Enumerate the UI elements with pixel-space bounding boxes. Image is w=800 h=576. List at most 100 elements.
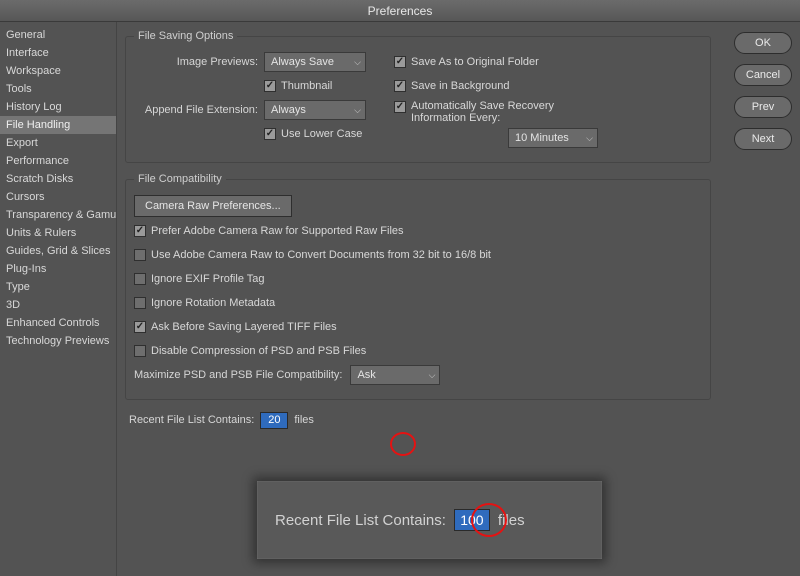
prefer-acr-checkbox[interactable]: Prefer Adobe Camera Raw for Supported Ra… — [134, 225, 404, 237]
sidebar-item-label: Workspace — [6, 65, 61, 77]
sidebar-item-workspace[interactable]: Workspace — [0, 62, 116, 80]
sidebar-item-label: General — [6, 29, 45, 41]
sidebar-item-label: Scratch Disks — [6, 173, 73, 185]
main-panel: File Saving Options Image Previews: Alwa… — [117, 22, 730, 576]
ignore-rotation-checkbox[interactable]: Ignore Rotation Metadata — [134, 297, 275, 309]
file-compat-legend: File Compatibility — [134, 173, 226, 185]
checkbox-label: Disable Compression of PSD and PSB Files — [151, 345, 366, 357]
checkbox-label: Use Lower Case — [281, 128, 362, 140]
use-acr-convert-checkbox[interactable]: Use Adobe Camera Raw to Convert Document… — [134, 249, 491, 261]
sidebar-item-label: Plug-Ins — [6, 263, 46, 275]
sidebar-item-label: Interface — [6, 47, 49, 59]
sidebar-item-label: File Handling — [6, 119, 70, 131]
image-previews-label: Image Previews: — [134, 56, 264, 68]
ignore-exif-checkbox[interactable]: Ignore EXIF Profile Tag — [134, 273, 265, 285]
sidebar-item-label: Performance — [6, 155, 69, 167]
checkbox-icon — [134, 225, 146, 237]
dialog-buttons: OK Cancel Prev Next — [730, 22, 800, 576]
file-saving-options-group: File Saving Options Image Previews: Alwa… — [125, 30, 711, 163]
append-ext-label: Append File Extension: — [134, 104, 264, 116]
sidebar-item-label: Guides, Grid & Slices — [6, 245, 111, 257]
checkbox-icon — [134, 321, 146, 333]
checkbox-icon — [264, 128, 276, 140]
sidebar-item-units-rulers[interactable]: Units & Rulers — [0, 224, 116, 242]
sidebar-item-transparency-gamut[interactable]: Transparency & Gamut — [0, 206, 116, 224]
checkbox-label: Prefer Adobe Camera Raw for Supported Ra… — [151, 225, 404, 237]
next-button[interactable]: Next — [734, 128, 792, 150]
sidebar-item-label: 3D — [6, 299, 20, 311]
sidebar-item-label: Type — [6, 281, 30, 293]
checkbox-icon — [264, 80, 276, 92]
chevron-down-icon: ⌵ — [586, 133, 593, 144]
image-previews-select[interactable]: Always Save ⌵ — [264, 52, 366, 72]
recent-file-suffix: files — [294, 414, 314, 426]
thumbnail-checkbox[interactable]: Thumbnail — [264, 80, 332, 92]
sidebar-item-label: Units & Rulers — [6, 227, 76, 239]
checkbox-icon — [394, 56, 406, 68]
save-in-background-checkbox[interactable]: Save in Background — [394, 80, 509, 92]
chevron-down-icon: ⌵ — [354, 57, 361, 68]
sidebar-item-technology-previews[interactable]: Technology Previews — [0, 332, 116, 350]
sidebar-item-label: Enhanced Controls — [6, 317, 100, 329]
window-title: Preferences — [0, 0, 800, 22]
auto-recovery-interval-select[interactable]: 10 Minutes ⌵ — [508, 128, 598, 148]
sidebar-item-label: Technology Previews — [6, 335, 109, 347]
file-compatibility-group: File Compatibility Camera Raw Preference… — [125, 173, 711, 400]
disable-psd-compression-checkbox[interactable]: Disable Compression of PSD and PSB Files — [134, 345, 366, 357]
select-value: Always — [271, 104, 306, 116]
sidebar-item-general[interactable]: General — [0, 26, 116, 44]
camera-raw-preferences-button[interactable]: Camera Raw Preferences... — [134, 195, 292, 217]
checkbox-icon — [134, 345, 146, 357]
checkbox-label: Save in Background — [411, 80, 509, 92]
sidebar: General Interface Workspace Tools Histor… — [0, 22, 117, 576]
sidebar-item-label: Tools — [6, 83, 32, 95]
sidebar-item-history-log[interactable]: History Log — [0, 98, 116, 116]
prev-button[interactable]: Prev — [734, 96, 792, 118]
sidebar-item-cursors[interactable]: Cursors — [0, 188, 116, 206]
checkbox-label: Automatically Save Recovery Information … — [411, 100, 591, 124]
sidebar-item-label: Export — [6, 137, 38, 149]
sidebar-item-scratch-disks[interactable]: Scratch Disks — [0, 170, 116, 188]
auto-save-recovery-checkbox[interactable]: Automatically Save Recovery Information … — [394, 100, 591, 124]
maximize-compat-label: Maximize PSD and PSB File Compatibility: — [134, 369, 342, 381]
sidebar-item-3d[interactable]: 3D — [0, 296, 116, 314]
lowercase-checkbox[interactable]: Use Lower Case — [264, 128, 362, 140]
sidebar-item-guides-grid-slices[interactable]: Guides, Grid & Slices — [0, 242, 116, 260]
select-value: Always Save — [271, 56, 334, 68]
sidebar-item-tools[interactable]: Tools — [0, 80, 116, 98]
checkbox-icon — [134, 249, 146, 261]
recent-file-list-label: Recent File List Contains: — [129, 414, 254, 426]
checkbox-icon — [134, 273, 146, 285]
sidebar-item-interface[interactable]: Interface — [0, 44, 116, 62]
zoom-recent-count-input[interactable]: 100 — [454, 509, 490, 531]
checkbox-label: Ignore EXIF Profile Tag — [151, 273, 265, 285]
checkbox-icon — [134, 297, 146, 309]
sidebar-item-enhanced-controls[interactable]: Enhanced Controls — [0, 314, 116, 332]
checkbox-label: Save As to Original Folder — [411, 56, 539, 68]
ask-tiff-checkbox[interactable]: Ask Before Saving Layered TIFF Files — [134, 321, 337, 333]
save-as-original-checkbox[interactable]: Save As to Original Folder — [394, 56, 539, 68]
zoom-label: Recent File List Contains: — [275, 512, 446, 529]
append-ext-select[interactable]: Always ⌵ — [264, 100, 366, 120]
chevron-down-icon: ⌵ — [354, 105, 361, 116]
cancel-button[interactable]: Cancel — [734, 64, 792, 86]
select-value: Ask — [357, 369, 375, 381]
sidebar-item-plug-ins[interactable]: Plug-Ins — [0, 260, 116, 278]
maximize-compat-select[interactable]: Ask ⌵ — [350, 365, 440, 385]
sidebar-item-label: Transparency & Gamut — [6, 209, 116, 221]
sidebar-item-performance[interactable]: Performance — [0, 152, 116, 170]
sidebar-item-export[interactable]: Export — [0, 134, 116, 152]
ok-button[interactable]: OK — [734, 32, 792, 54]
sidebar-item-type[interactable]: Type — [0, 278, 116, 296]
sidebar-item-label: Cursors — [6, 191, 45, 203]
sidebar-item-file-handling[interactable]: File Handling — [0, 116, 116, 134]
sidebar-item-label: History Log — [6, 101, 62, 113]
zoom-suffix: files — [498, 512, 525, 529]
select-value: 10 Minutes — [515, 132, 569, 144]
recent-file-count-input[interactable]: 20 — [260, 412, 288, 429]
content: General Interface Workspace Tools Histor… — [0, 22, 800, 576]
annotation-circle-icon — [390, 432, 416, 456]
annotation-zoom-box: Recent File List Contains: 100 files — [257, 481, 602, 559]
checkbox-label: Use Adobe Camera Raw to Convert Document… — [151, 249, 491, 261]
file-saving-legend: File Saving Options — [134, 30, 237, 42]
